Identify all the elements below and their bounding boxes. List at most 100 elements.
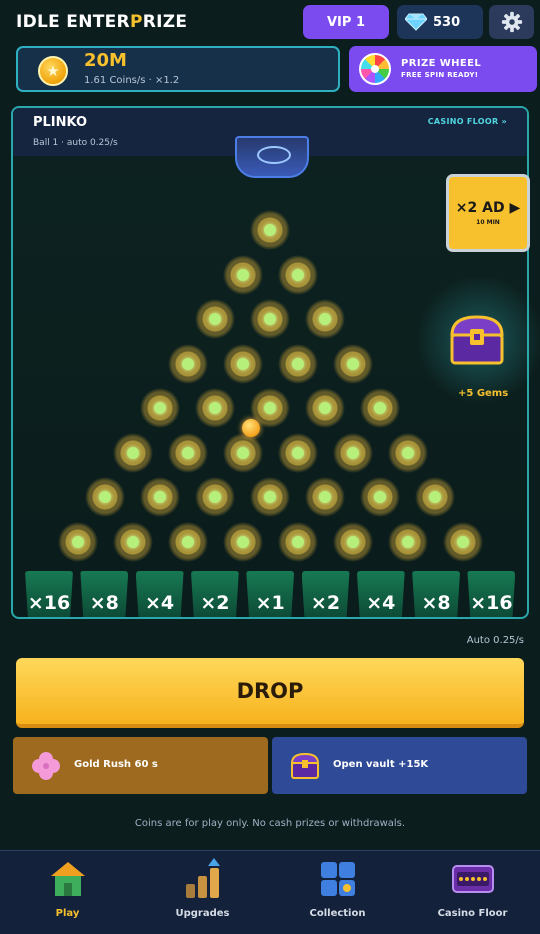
multiplier-slot: ×16 (25, 571, 73, 617)
peg (167, 432, 208, 473)
peg-core (264, 491, 276, 503)
peg (277, 432, 318, 473)
nav-item-play[interactable]: Play (0, 851, 135, 934)
nav-item-upgrades[interactable]: Upgrades (135, 851, 270, 934)
coin-panel: ★ 20M 1.61 Coins/s · ×1.2 (16, 46, 340, 92)
bars-icon (185, 858, 220, 898)
multiplier-slot: ×8 (80, 571, 129, 617)
peg-core (291, 446, 304, 459)
multiplier-slot: ×2 (190, 571, 239, 617)
peg (415, 477, 455, 517)
peg (85, 477, 125, 517)
gold-rush-button[interactable]: Gold Rush 60 s (13, 737, 268, 794)
peg-core (236, 357, 249, 370)
peg (305, 299, 345, 339)
board-title: PLINKO (33, 115, 88, 130)
gem-counter[interactable]: 530 (397, 5, 483, 39)
ad-duration-label: 10 MIN (476, 219, 500, 226)
peg-core (346, 357, 359, 370)
multiplier-slot: ×16 (467, 571, 516, 617)
open-vault-label: Open vault +15K (333, 759, 429, 770)
nav-label-collection: Collection (309, 908, 366, 919)
gem-count: 530 (433, 14, 461, 30)
peg-core (374, 402, 386, 414)
peg-core (346, 535, 359, 548)
peg (442, 521, 483, 562)
settings-button[interactable] (489, 5, 534, 39)
grid-icon (320, 862, 355, 896)
bottom-nav: Play Upgrades Collection Casino Floor (0, 850, 540, 934)
peg (387, 521, 428, 562)
ball-info: Ball 1 · auto 0.25/s (33, 138, 118, 148)
peg-core (236, 446, 249, 459)
peg (387, 432, 428, 473)
peg (195, 388, 235, 428)
peg (305, 477, 345, 517)
casino-floor-link[interactable]: CASINO FLOOR » (428, 117, 507, 126)
peg-core (181, 446, 194, 459)
open-vault-button[interactable]: Open vault +15K (272, 737, 527, 794)
peg-core (154, 491, 166, 503)
peg (167, 521, 208, 562)
peg-core (291, 535, 304, 548)
peg (167, 343, 208, 384)
peg-core (319, 491, 331, 503)
nav-label-upgrades: Upgrades (175, 908, 230, 919)
vault-chest-icon (290, 752, 320, 779)
peg-core (346, 446, 359, 459)
multiplier-slot: ×1 (246, 571, 295, 617)
peg (360, 477, 400, 517)
nav-item-collection[interactable]: Collection (270, 851, 405, 934)
peg (222, 343, 263, 384)
peg (195, 477, 235, 517)
peg-core (401, 446, 414, 459)
ball-launcher (235, 136, 309, 178)
nav-label-play: Play (55, 908, 80, 919)
peg-core (264, 224, 276, 236)
peg-core (456, 535, 469, 548)
nav-item-casino-floor[interactable]: Casino Floor (405, 851, 540, 934)
peg-core (209, 491, 221, 503)
prize-wheel-subtitle: FREE SPIN READY! (401, 71, 479, 79)
peg-core (181, 535, 194, 548)
peg-core (374, 491, 386, 503)
peg (140, 388, 180, 428)
ad-main-label: ×2 AD ▶ (455, 200, 521, 216)
peg (305, 388, 345, 428)
multiplier-slot: ×4 (356, 571, 405, 617)
peg-core (209, 313, 221, 325)
peg (277, 254, 318, 295)
peg (332, 432, 373, 473)
peg (332, 343, 373, 384)
casino-sign-icon (451, 865, 494, 893)
peg (112, 432, 153, 473)
treasure-chest-icon[interactable] (448, 313, 506, 367)
peg (112, 521, 153, 562)
nav-label-casino-floor: Casino Floor (437, 908, 508, 919)
peg (140, 477, 180, 517)
diamond-icon (405, 13, 427, 31)
clover-icon (32, 752, 60, 780)
vip-button[interactable]: VIP 1 (303, 5, 389, 39)
peg-core (209, 402, 221, 414)
peg-core (236, 535, 249, 548)
app-title: IDLE ENTERPRIZE (16, 12, 188, 32)
peg (250, 299, 290, 339)
peg-core (401, 535, 414, 548)
peg (250, 210, 290, 250)
gear-icon (501, 11, 522, 33)
chest-reward-label: +5 Gems (458, 388, 509, 399)
double-ad-button[interactable]: ×2 AD ▶ 10 MIN (446, 174, 530, 252)
peg (277, 343, 318, 384)
peg-core (99, 491, 111, 503)
peg-core (319, 313, 331, 325)
peg-core (154, 402, 166, 414)
coin-rate: 1.61 Coins/s · ×1.2 (84, 75, 180, 86)
prize-wheel-button[interactable]: PRIZE WHEEL FREE SPIN READY! (349, 46, 537, 92)
disclaimer: Coins are for play only. No cash prizes … (134, 818, 406, 829)
peg-core (264, 313, 276, 325)
peg-core (264, 402, 276, 414)
drop-button[interactable]: DROP (16, 658, 524, 728)
prize-wheel-icon (359, 53, 391, 85)
peg-core (236, 268, 249, 281)
